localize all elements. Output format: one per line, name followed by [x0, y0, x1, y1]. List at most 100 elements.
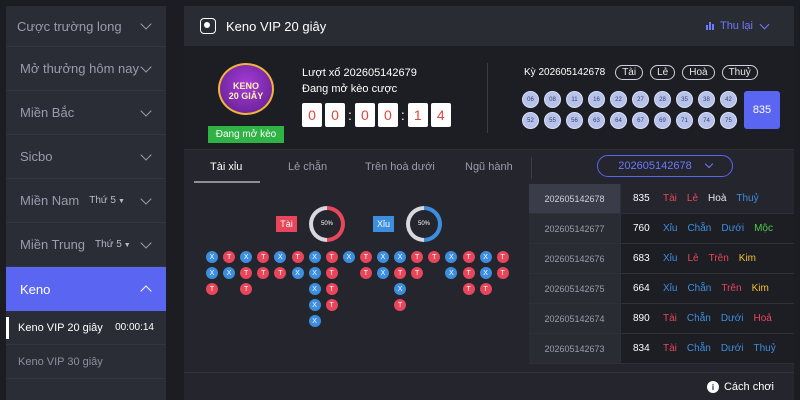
main-panel: Keno VIP 20 giây Thu lại KENO 20 GIÂY Đan… [184, 6, 794, 400]
history-tag: Lẻ [687, 253, 699, 264]
day-select[interactable]: Thứ 5 ▼ [95, 239, 131, 250]
roadmap-column: TT [496, 251, 509, 279]
xiu-dot: X [206, 267, 218, 279]
result-ball: 69 [654, 112, 671, 129]
result-ball: 63 [588, 112, 605, 129]
history-tag: Trên [708, 253, 729, 264]
tab-tai-xiu[interactable]: Tài xỉu [210, 161, 242, 173]
roadmap-column: TX [223, 251, 236, 279]
sidebar-item-mien-trung[interactable]: Miền Trung Thứ 5 ▼ [6, 223, 166, 267]
period-select[interactable]: 202605142678 [597, 155, 733, 177]
history-tag: Chẵn [687, 223, 712, 234]
history-tag: Thuỷ [736, 193, 759, 204]
tai-dot: T [206, 283, 218, 295]
sidebar-item-mien-nam[interactable]: Miền Nam Thứ 5 ▼ [6, 179, 166, 223]
tai-dot: T [496, 267, 509, 279]
result-ball: 74 [698, 112, 715, 129]
history-result: 890 Tài Chẵn Dưới Hoả [621, 304, 794, 333]
xiu-dot: X [394, 251, 407, 263]
result-ball: 71 [676, 112, 693, 129]
chevron-down-icon [140, 18, 152, 30]
caret-down-icon: ▼ [117, 198, 125, 205]
history-row[interactable]: 202605142673 834 Tài Chẵn Dưới Thuỷ [529, 334, 794, 364]
last-result-header: Kỳ 202605142678 Tài Lẻ Hoà Thuỷ [524, 65, 758, 80]
history-tag: Dưới [720, 313, 744, 324]
tab-ngu-hanh[interactable]: Ngũ hành [465, 161, 513, 173]
game-item-keno-vip-30[interactable]: Keno VIP 30 giây [6, 345, 166, 379]
history-result: 664 Xỉu Chẵn Trên Kim [621, 274, 794, 303]
keno-icon [200, 18, 216, 34]
history-tag: Tài [663, 193, 677, 204]
history-row[interactable]: 202605142675 664 Xỉu Chẵn Trên Kim [529, 274, 794, 304]
tai-ratio-ring: 50% [309, 206, 345, 242]
history-row[interactable]: 202605142678 835 Tài Lẻ Hoà Thuỷ [529, 184, 794, 214]
xiu-dot: X [342, 251, 355, 263]
xiu-ratio-ring: 50% [406, 206, 442, 242]
history-result: 683 Xỉu Lẻ Trên Kim [621, 244, 794, 273]
sidebar: Cược trường long Mở thưởng hôm nay Miền … [6, 6, 166, 400]
result-ball: 64 [610, 112, 627, 129]
xiu-dot: X [274, 251, 287, 263]
history-row[interactable]: 202605142676 683 Xỉu Lẻ Trên Kim [529, 244, 794, 274]
history-tag: Lẻ [686, 193, 699, 204]
tai-tag: Tài [276, 216, 297, 232]
xiu-dot: X [308, 251, 321, 263]
sidebar-item-mien-bac[interactable]: Miền Bắc [6, 91, 166, 135]
history-tag: Dưới [720, 343, 744, 354]
period-label: Kỳ 202605142678 [524, 67, 606, 78]
round-status: Đang mở kèo cược [302, 83, 398, 95]
tai-dot: T [462, 283, 475, 295]
draw-panel: KENO 20 GIÂY Đang mở kèo Lượt xổ 20260514… [184, 47, 794, 150]
divider [487, 63, 488, 133]
history-tag: Hoả [753, 313, 772, 324]
tai-dot: T [394, 299, 407, 311]
history-sum: 664 [633, 283, 650, 294]
history-period-id: 202605142678 [529, 184, 621, 213]
chevron-down-icon [759, 19, 770, 29]
roadmap: Tài 50% Xỉu 50% XXTTXXTTTTXTTXXXXXXTTTTX… [184, 184, 529, 380]
tai-dot: T [359, 267, 372, 279]
tai-dot: T [274, 267, 287, 279]
sidebar-item-sicbo[interactable]: Sicbo [6, 135, 166, 179]
roadmap-column: TTTT [325, 251, 338, 311]
result-ball: 06 [522, 91, 539, 108]
game-item-keno-vip-20[interactable]: Keno VIP 20 giây 00:00:14 [6, 311, 166, 345]
tai-dot: T [479, 283, 492, 295]
roadmap-column: XX [445, 251, 458, 279]
chevron-down-icon [140, 236, 152, 249]
history-row[interactable]: 202605142674 890 Tài Chẵn Dưới Hoả [529, 304, 794, 334]
history-row[interactable]: 202605142677 760 Xỉu Chẵn Dưới Mộc [529, 214, 794, 244]
result-ball: 35 [676, 91, 693, 108]
history-tag: Tài [663, 313, 677, 324]
day-select[interactable]: Thứ 5 ▼ [89, 195, 125, 206]
history-sum: 683 [633, 253, 650, 264]
countdown-digit: 4 [430, 103, 451, 127]
tai-dot: T [240, 283, 253, 295]
history-result: 834 Tài Chẵn Dưới Thuỷ [621, 334, 794, 363]
sidebar-item-keno[interactable]: Keno [6, 267, 166, 311]
roadmap-column: TTT [462, 251, 475, 295]
history-period-id: 202605142677 [529, 214, 621, 243]
sidebar-item-mo-thuong-hom-nay[interactable]: Mở thưởng hôm nay [6, 47, 166, 91]
caret-down-icon: ▼ [123, 242, 131, 249]
tai-dot: T [325, 299, 338, 311]
tab-le-chan[interactable]: Lẻ chẵn [288, 161, 327, 173]
chevron-down-icon [140, 104, 152, 117]
roadmap-column: TT [257, 251, 270, 279]
countdown-separator: : [348, 107, 352, 123]
period-select-value: 202605142678 [618, 160, 692, 172]
tai-dot: T [257, 267, 270, 279]
sidebar-item-cuoc-truong-long[interactable]: Cược trường long [6, 6, 166, 47]
collapse-bars-icon [705, 22, 714, 30]
how-to-play-link[interactable]: i Cách chơi [706, 381, 774, 393]
tai-dot: T [223, 251, 236, 263]
history-tag: Xỉu [663, 253, 678, 264]
result-ball: 42 [720, 91, 737, 108]
tab-tren-hoa-duoi[interactable]: Trên hoà dưới [365, 161, 435, 173]
result-ball: 38 [698, 91, 715, 108]
xiu-dot: X [308, 283, 321, 295]
open-betting-button[interactable]: Đang mở kèo [208, 126, 284, 143]
keno-logo: KENO 20 GIÂY [208, 61, 284, 121]
collapse-button[interactable]: Thu lại [705, 19, 770, 32]
info-icon: i [706, 381, 719, 393]
